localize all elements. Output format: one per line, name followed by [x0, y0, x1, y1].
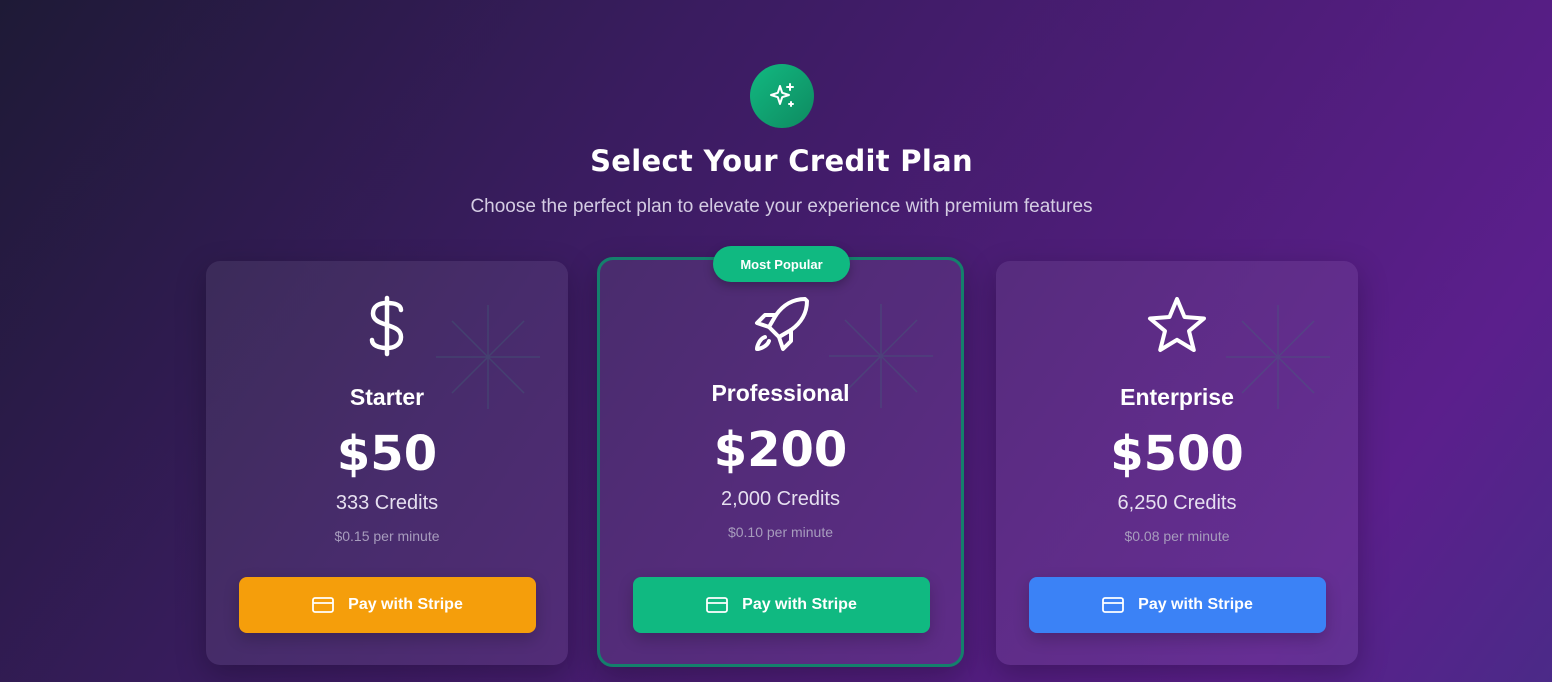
- credit-card-icon: [312, 597, 335, 613]
- page-title: Select Your Credit Plan: [590, 144, 973, 178]
- page-subtitle: Choose the perfect plan to elevate your …: [470, 196, 1093, 217]
- plan-name: Enterprise: [1120, 384, 1234, 410]
- pay-with-stripe-button-enterprise[interactable]: Pay with Stripe: [1029, 577, 1326, 633]
- plan-rate: $0.10 per minute: [727, 524, 834, 540]
- plan-price: $50: [336, 426, 438, 482]
- pay-with-stripe-button-professional[interactable]: Pay with Stripe: [633, 577, 930, 633]
- star-icon: [996, 293, 1358, 359]
- plan-card-starter: Starter $50 333 Credits $0.15 per minute…: [206, 261, 568, 665]
- pay-button-label: Pay with Stripe: [742, 596, 857, 613]
- credit-card-icon: [1102, 597, 1125, 613]
- plan-card-professional: Most Popular Professional $200 2,000 Cre…: [597, 246, 964, 667]
- pay-button-label: Pay with Stripe: [1138, 596, 1253, 613]
- plan-name: Starter: [349, 384, 425, 410]
- plan-credits: 2,000 Credits: [721, 488, 840, 510]
- plan-rate: $0.08 per minute: [1124, 528, 1230, 544]
- plan-credits: 6,250 Credits: [1117, 492, 1237, 514]
- plan-rate: $0.15 per minute: [334, 528, 440, 544]
- credit-card-icon: [706, 597, 729, 613]
- plan-credits: 333 Credits: [335, 492, 439, 514]
- plan-price: $200: [713, 422, 848, 478]
- dollar-icon: [206, 293, 568, 359]
- most-popular-badge: Most Popular: [713, 246, 850, 282]
- sparkles-icon: [750, 64, 814, 128]
- plan-card-enterprise: Enterprise $500 6,250 Credits $0.08 per …: [996, 261, 1358, 665]
- pay-with-stripe-button-starter[interactable]: Pay with Stripe: [239, 577, 536, 633]
- pay-button-label: Pay with Stripe: [348, 596, 463, 613]
- plan-name: Professional: [711, 380, 850, 406]
- plan-price: $500: [1110, 426, 1244, 482]
- rocket-icon: [600, 292, 961, 358]
